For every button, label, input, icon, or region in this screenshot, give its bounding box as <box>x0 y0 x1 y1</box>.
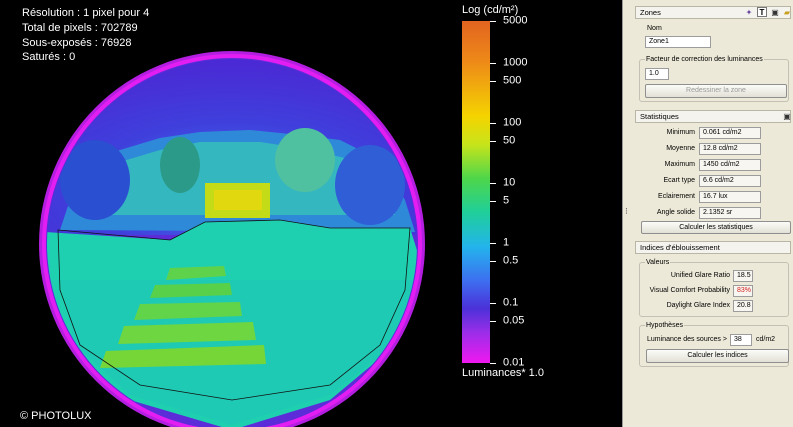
scale-tick-label: 1 <box>503 236 510 249</box>
scale-tick-mark <box>490 261 496 263</box>
wand-icon[interactable]: ✦ <box>744 8 754 18</box>
scale-tick-mark <box>490 302 496 304</box>
glare-label: Visual Comfort Probability <box>649 287 730 294</box>
scale-tick-mark <box>490 321 496 323</box>
stat-label: Moyenne <box>666 145 695 152</box>
compute-statistics-button[interactable]: Calculer les statistiques <box>641 221 791 234</box>
stat-value: 2.1352 sr <box>699 207 761 219</box>
saturated-text: Saturés : 0 <box>22 51 76 63</box>
luminance-viewer[interactable]: Résolution : 1 pixel pour 4 Total de pix… <box>0 0 622 427</box>
scale-tick-mark <box>490 81 496 82</box>
scale-tick-label: 0.1 <box>503 296 519 309</box>
zones-title: Zones <box>640 8 661 17</box>
save-icon[interactable]: ▣ <box>770 8 780 18</box>
scale-footer: Luminances* 1.0 <box>462 367 544 379</box>
glare-value: 20.8 <box>733 300 753 312</box>
correction-input[interactable]: 1.0 <box>645 68 669 80</box>
zone-name-label: Nom <box>647 25 662 32</box>
scale-tick-label: 100 <box>503 116 522 129</box>
glare-value: 83% <box>733 285 753 297</box>
luminance-color-scale <box>462 21 490 363</box>
glare-label: Unified Glare Ratio <box>670 272 730 279</box>
correction-label: Facteur de correction des luminances <box>645 55 764 65</box>
stat-label: Maximum <box>664 161 695 168</box>
scale-tick-label: 500 <box>503 74 522 87</box>
resolution-text: Résolution : 1 pixel pour 4 <box>22 7 150 19</box>
scale-tick-mark <box>490 141 496 143</box>
analysis-panel: Zones ✦ T ▣ ▰ Nom Zone1 Facteur de corre… <box>633 0 793 427</box>
stat-label: Angle solide <box>656 209 695 216</box>
glare-title: Indices d'éblouissement <box>640 243 720 252</box>
stat-value: 0.061 cd/m2 <box>699 127 761 139</box>
text-tool-icon[interactable]: T <box>757 7 767 17</box>
scale-tick-label: 5 <box>503 194 510 207</box>
statistics-title: Statistiques <box>640 112 679 121</box>
stat-label: Eclairement <box>658 193 695 200</box>
glare-header: Indices d'éblouissement <box>635 241 791 254</box>
glare-values-label: Valeurs <box>645 258 671 268</box>
scale-tick-mark <box>490 62 496 64</box>
scale-tick-mark <box>490 21 496 22</box>
stat-value: 16.7 lux <box>699 191 761 203</box>
splitter-grip-icon: ⁝ <box>625 206 628 216</box>
fisheye-luminance-image <box>39 51 425 427</box>
scale-tick-mark <box>490 122 496 124</box>
statistics-header: Statistiques <box>635 110 791 123</box>
scale-tick-label: 50 <box>503 134 516 147</box>
compute-indices-button[interactable]: Calculer les indices <box>646 349 789 363</box>
scale-tick-label: 1000 <box>503 56 528 69</box>
glare-value: 18.5 <box>733 270 753 282</box>
stat-value: 1450 cd/m2 <box>699 159 761 171</box>
scale-tick-label: 5000 <box>503 14 528 27</box>
sources-label: Luminance des sources > <box>647 336 727 343</box>
zones-header: Zones <box>635 6 791 19</box>
scale-tick-mark <box>490 201 496 203</box>
scale-tick-label: 0.05 <box>503 314 525 327</box>
stat-label: Ecart type <box>663 177 695 184</box>
scale-tick-mark <box>490 363 496 364</box>
stat-value: 12.8 cd/m2 <box>699 143 761 155</box>
stat-value: 6.6 cd/m2 <box>699 175 761 187</box>
stat-label: Minimum <box>666 129 695 136</box>
copyright-text: © PHOTOLUX <box>20 410 92 422</box>
save-statistics-icon[interactable]: ▣ <box>782 112 792 122</box>
scale-tick-mark <box>490 182 496 184</box>
scale-tick-mark <box>490 242 496 244</box>
glare-label: Daylight Glare Index <box>666 302 730 309</box>
scale-tick-label: 10 <box>503 176 516 189</box>
sources-unit: cd/m2 <box>756 336 776 343</box>
zone-name-input[interactable]: Zone1 <box>645 36 711 48</box>
redraw-zone-button[interactable]: Redessiner la zone <box>645 84 787 98</box>
hypotheses-label: Hypothèses <box>645 321 684 331</box>
panel-splitter[interactable]: ⁝ <box>622 0 633 427</box>
folder-icon[interactable]: ▰ <box>782 8 792 18</box>
scale-tick-label: 0.5 <box>503 254 519 267</box>
sources-threshold-input[interactable]: 38 <box>730 334 752 346</box>
underexposed-text: Sous-exposés : 76928 <box>22 37 132 49</box>
total-pixels-text: Total de pixels : 702789 <box>22 22 138 34</box>
